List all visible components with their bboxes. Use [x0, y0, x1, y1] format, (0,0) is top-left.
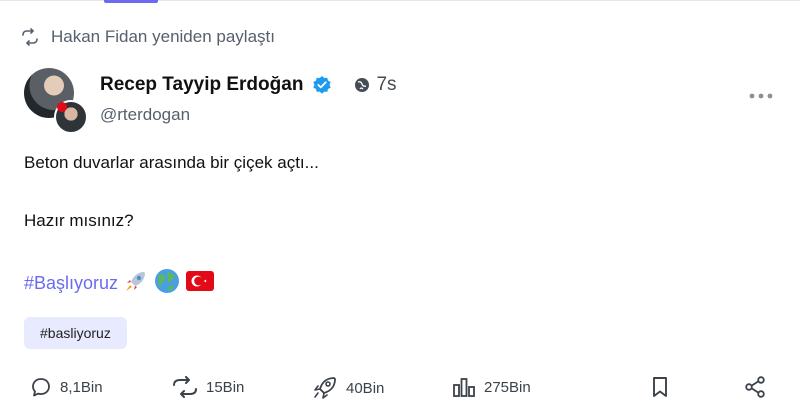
more-options-button[interactable] — [748, 88, 774, 104]
bookmark-icon — [653, 377, 667, 397]
bar-chart-icon — [453, 378, 475, 397]
repost-header[interactable]: Hakan Fidan yeniden paylaştı — [21, 27, 275, 47]
avatar[interactable] — [24, 68, 88, 134]
action-bar: 8,1Bin 15Bin 40Bin 275Bin — [0, 372, 800, 404]
rocket-emoji — [124, 269, 148, 298]
repost-text: Hakan Fidan yeniden paylaştı — [51, 27, 275, 46]
reply-count: 8,1Bin — [60, 378, 103, 396]
repost-action-icon — [173, 376, 197, 398]
repost-icon — [21, 28, 39, 46]
boost-count: 40Bin — [346, 379, 385, 397]
time-text: 7s — [376, 74, 397, 95]
author-handle[interactable]: @rterdogan — [100, 105, 190, 125]
author-name[interactable]: Recep Tayyip Erdoğan — [100, 74, 303, 96]
boost-button[interactable]: 40Bin — [312, 376, 384, 400]
active-tab-indicator — [104, 0, 158, 3]
tag-chip[interactable]: #basliyoruz — [24, 317, 127, 349]
post-text-line1: Beton duvarlar arasında bir çiçek açtı..… — [24, 153, 319, 172]
verified-badge-icon — [312, 75, 332, 95]
share-button[interactable] — [744, 376, 774, 398]
author-row: Recep Tayyip Erdoğan 7s — [100, 72, 397, 98]
repost-count: 15Bin — [206, 378, 245, 396]
more-icon — [749, 93, 773, 99]
views-count: 275Bin — [484, 378, 531, 396]
hashtag-line: #Başlıyoruz — [24, 268, 215, 299]
post-time[interactable]: 7s — [354, 74, 397, 96]
views-button[interactable]: 275Bin — [452, 376, 531, 398]
flag-badge-icon — [57, 102, 67, 112]
post-text-line2: Hazır mısınız? — [24, 211, 134, 230]
hashtag-link[interactable]: #Başlıyoruz — [24, 273, 118, 294]
bookmark-button[interactable] — [650, 376, 678, 398]
rocket-icon — [314, 377, 336, 399]
reply-icon — [32, 378, 50, 397]
share-icon — [745, 376, 765, 398]
globe-icon — [354, 77, 370, 93]
repost-button[interactable]: 15Bin — [172, 376, 244, 398]
turkey-flag-emoji — [186, 271, 215, 296]
reply-button[interactable]: 8,1Bin — [30, 376, 103, 398]
globe-emoji — [154, 268, 180, 299]
